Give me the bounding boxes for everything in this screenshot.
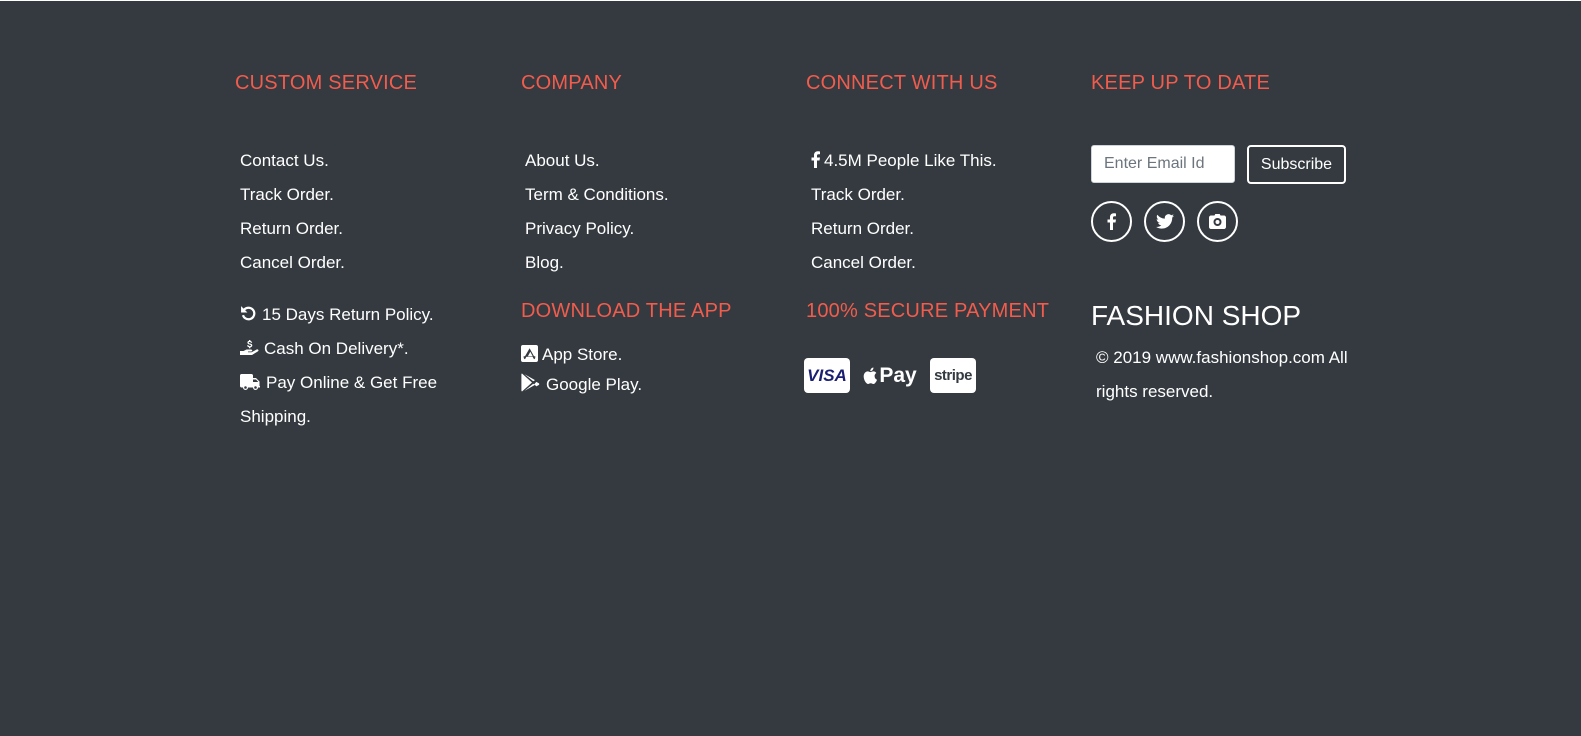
stripe-icon: stripe	[930, 358, 976, 393]
secure-payment-heading: 100% SECURE PAYMENT	[806, 300, 1050, 322]
list-item: Return Order.	[235, 212, 345, 246]
apple-pay-icon: Pay	[862, 358, 918, 393]
facebook-likes-link[interactable]: 4.5M People Like This.	[811, 151, 997, 170]
facebook-likes-label: 4.5M People Like This.	[824, 151, 997, 170]
service-features: 15 Days Return Policy. Cash On Delivery*…	[235, 298, 450, 434]
visa-label: VISA	[807, 365, 847, 385]
cancel-order-link[interactable]: Cancel Order.	[240, 253, 345, 272]
privacy-policy-link[interactable]: Privacy Policy.	[525, 219, 634, 238]
copyright-text: © 2019 www.fashionshop.com All rights re…	[1096, 348, 1348, 401]
company-links: About Us. Term & Conditions. Privacy Pol…	[520, 144, 669, 280]
feature-cash-on-delivery: Cash On Delivery*.	[235, 332, 450, 366]
free-shipping-label: Pay Online & Get Free Shipping.	[240, 373, 438, 426]
camera-icon	[1209, 214, 1226, 229]
terms-link[interactable]: Term & Conditions.	[525, 185, 669, 204]
cash-on-delivery-label: Cash On Delivery*.	[264, 339, 409, 358]
app-store-label: App Store.	[542, 345, 623, 364]
brand-name: FASHION SHOP	[1091, 300, 1302, 331]
google-play-link[interactable]: Google Play.	[521, 373, 643, 394]
connect-links: 4.5M People Like This. Track Order. Retu…	[806, 144, 997, 280]
stripe-label: stripe	[934, 367, 972, 384]
return-policy-label: 15 Days Return Policy.	[262, 305, 434, 324]
hand-holding-dollar-icon	[240, 339, 259, 356]
facebook-icon	[811, 151, 820, 168]
feature-free-shipping: Pay Online & Get Free Shipping.	[235, 366, 450, 434]
list-item: Privacy Policy.	[520, 212, 669, 246]
truck-icon	[240, 374, 261, 390]
newsletter-heading: KEEP UP TO DATE	[1091, 72, 1270, 94]
google-play-icon	[521, 373, 540, 392]
cancel-order-link[interactable]: Cancel Order.	[811, 253, 916, 272]
custom-service-heading: CUSTOM SERVICE	[235, 72, 418, 94]
list-item: Contact Us.	[235, 144, 345, 178]
custom-service-links: Contact Us. Track Order. Return Order. C…	[235, 144, 345, 280]
twitter-icon	[1155, 214, 1174, 229]
list-item: 4.5M People Like This.	[806, 144, 997, 178]
list-item: Track Order.	[235, 178, 345, 212]
feature-return-policy: 15 Days Return Policy.	[235, 298, 450, 332]
app-store-icon	[521, 345, 538, 362]
app-store-link[interactable]: App Store.	[521, 345, 622, 364]
return-order-link[interactable]: Return Order.	[811, 219, 914, 238]
contact-us-link[interactable]: Contact Us.	[240, 151, 329, 170]
email-input[interactable]	[1091, 145, 1235, 183]
track-order-link[interactable]: Track Order.	[240, 185, 334, 204]
list-item: Term & Conditions.	[520, 178, 669, 212]
track-order-link[interactable]: Track Order.	[811, 185, 905, 204]
subscribe-button[interactable]: Subscribe	[1247, 145, 1346, 184]
about-us-link[interactable]: About Us.	[525, 151, 600, 170]
camera-button[interactable]	[1197, 201, 1238, 242]
company-heading: COMPANY	[521, 72, 623, 94]
download-app-heading: DOWNLOAD THE APP	[521, 300, 732, 322]
list-item: About Us.	[520, 144, 669, 178]
top-border	[0, 0, 1581, 1]
list-item: Track Order.	[806, 178, 997, 212]
app-links: App Store. Google Play.	[516, 340, 642, 400]
connect-heading: CONNECT WITH US	[806, 72, 998, 94]
list-item: Return Order.	[806, 212, 997, 246]
list-item: Cancel Order.	[806, 246, 997, 280]
list-item: Google Play.	[516, 370, 642, 400]
apple-icon	[863, 367, 878, 384]
google-play-label: Google Play.	[546, 375, 643, 394]
visa-icon: VISA	[804, 358, 850, 393]
facebook-button[interactable]	[1091, 201, 1132, 242]
return-order-link[interactable]: Return Order.	[240, 219, 343, 238]
undo-icon	[240, 305, 257, 322]
blog-link[interactable]: Blog.	[525, 253, 564, 272]
list-item: Blog.	[520, 246, 669, 280]
social-links	[1091, 201, 1238, 242]
list-item: Cancel Order.	[235, 246, 345, 280]
twitter-button[interactable]	[1144, 201, 1185, 242]
payment-methods: VISA Pay stripe	[804, 358, 976, 393]
apple-pay-label: Pay	[879, 363, 917, 387]
list-item: App Store.	[516, 340, 642, 370]
facebook-icon	[1107, 213, 1116, 230]
